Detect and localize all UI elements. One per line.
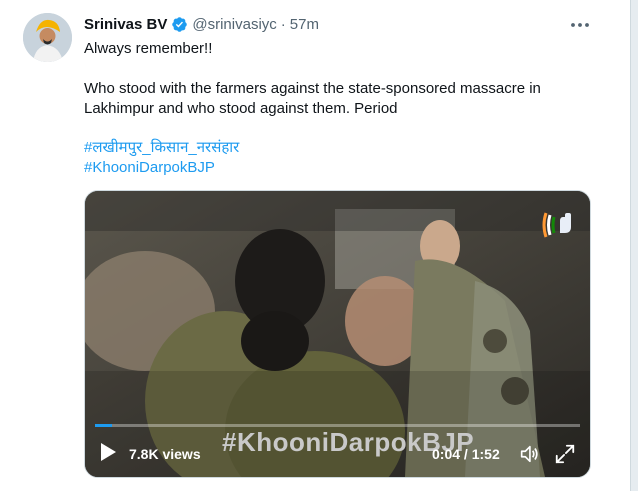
fullscreen-icon[interactable] — [554, 443, 576, 470]
hashtag-link[interactable]: #लखीमपुर_किसान_नरसंहार — [84, 138, 239, 158]
tweet-card[interactable]: Srinivas BV @srinivasiyc · 57m Always re… — [0, 0, 631, 491]
hashtag-link[interactable]: #KhooniDarpokBJP — [84, 158, 215, 178]
tweet-text-line: Who stood with the farmers against the s… — [84, 80, 541, 97]
more-options-icon[interactable] — [566, 14, 594, 36]
congress-logo — [540, 205, 580, 245]
tweet-text-line: Lakhimpur and who stood against them. Pe… — [84, 100, 398, 117]
video-time: 0:04 / 1:52 — [432, 446, 500, 462]
duration: 1:52 — [471, 446, 500, 462]
tweet-timestamp[interactable]: 57m — [290, 16, 319, 33]
avatar[interactable] — [23, 13, 72, 62]
video-player[interactable]: #KhooniDarpokBJP 7.8K views 0:04 / 1:52 — [84, 190, 591, 478]
separator-dot: · — [280, 16, 286, 33]
volume-icon[interactable] — [518, 443, 540, 470]
video-progress-bar[interactable] — [95, 424, 580, 427]
video-controls: 7.8K views 0:04 / 1:52 — [85, 437, 590, 471]
tweet-header: Srinivas BV @srinivasiyc · 57m — [84, 16, 319, 33]
verified-badge-icon — [171, 16, 188, 33]
author-handle[interactable]: @srinivasiyc — [192, 16, 276, 33]
tweet-text-line: Always remember!! — [84, 40, 213, 57]
elapsed-time: 0:04 — [432, 446, 461, 462]
video-progress-fill — [95, 424, 113, 427]
author-name[interactable]: Srinivas BV — [84, 16, 167, 33]
play-icon[interactable] — [99, 442, 117, 467]
view-count: 7.8K views — [129, 446, 201, 462]
time-separator: / — [463, 446, 468, 462]
